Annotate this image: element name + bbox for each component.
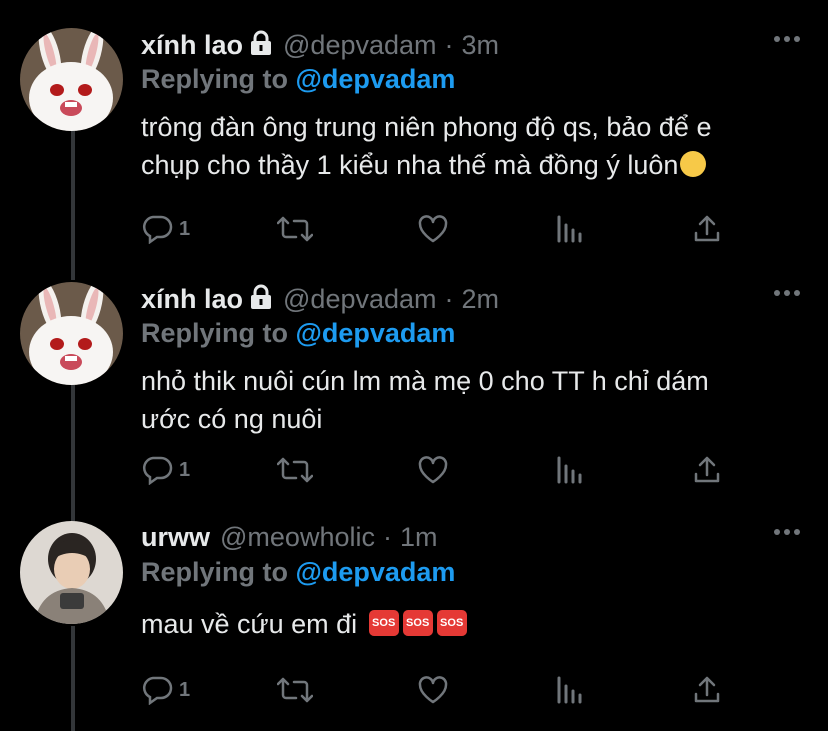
avatar[interactable]: [20, 521, 123, 624]
separator-dot: ·: [444, 284, 454, 314]
heart-icon: [418, 215, 448, 243]
sos-emoji: SOS: [402, 609, 433, 636]
user-handle[interactable]: @depvadam: [283, 29, 437, 61]
views-button[interactable]: [555, 214, 585, 244]
retweet-icon: [277, 677, 313, 703]
timestamp[interactable]: 3m: [462, 29, 500, 61]
analytics-icon: [557, 676, 582, 704]
tweet-text: mau về cứu em đi SOS SOS SOS: [141, 605, 808, 643]
tweet-text: nhỏ thik nuôi cún lm mà mẹ 0 cho TT h ch…: [141, 366, 709, 434]
reply-count: 1: [179, 678, 191, 701]
user-handle[interactable]: @meowholic: [220, 521, 375, 553]
share-icon: [694, 456, 720, 483]
separator-dot: ·: [444, 30, 454, 60]
sos-emoji: SOS: [436, 609, 467, 636]
sos-emoji: SOS: [368, 609, 399, 636]
timestamp[interactable]: 2m: [462, 283, 500, 315]
reply-count: 1: [179, 217, 191, 240]
reply-button[interactable]: 1: [141, 455, 190, 485]
share-button[interactable]: [693, 455, 721, 485]
separator-dot: ·: [382, 522, 392, 552]
tweet-body: trông đàn ông trung niên phong độ qs, bả…: [141, 112, 712, 180]
share-button[interactable]: [693, 675, 721, 705]
lock-icon: [249, 30, 273, 63]
tweet-actions: 1: [141, 455, 741, 491]
reply-count: 1: [179, 458, 191, 481]
replying-prefix: Replying to: [141, 557, 296, 587]
lock-icon: [249, 284, 273, 317]
replying-to: Replying to @depvadam: [141, 316, 808, 350]
mention-link[interactable]: @depvadam: [296, 318, 456, 348]
mention-link[interactable]: @depvadam: [296, 557, 456, 587]
tweet-actions: 1: [141, 214, 741, 250]
retweet-icon: [277, 216, 313, 242]
reply-icon: [143, 215, 173, 244]
retweet-button[interactable]: [277, 675, 313, 705]
avatar[interactable]: [20, 282, 123, 385]
analytics-icon: [557, 215, 582, 243]
retweet-icon: [277, 457, 313, 483]
like-button[interactable]: [417, 455, 449, 485]
heart-icon: [418, 676, 448, 704]
timestamp[interactable]: 1m: [400, 521, 438, 553]
share-icon: [694, 676, 720, 703]
more-horizontal-icon[interactable]: [774, 30, 800, 48]
thread-connector: [71, 384, 75, 524]
mention-link[interactable]: @depvadam: [296, 64, 456, 94]
views-button[interactable]: [555, 455, 585, 485]
replying-prefix: Replying to: [141, 64, 296, 94]
tweet-actions: 1: [141, 675, 741, 711]
tweet-body: mau về cứu em đi: [141, 609, 365, 639]
share-icon: [694, 215, 720, 242]
like-button[interactable]: [417, 214, 449, 244]
replying-prefix: Replying to: [141, 318, 296, 348]
display-name[interactable]: xính lao: [141, 283, 243, 315]
thread-connector: [71, 130, 75, 280]
relieved-face-emoji: [680, 150, 707, 177]
reply-icon: [143, 676, 173, 705]
retweet-button[interactable]: [277, 455, 313, 485]
heart-icon: [418, 456, 448, 484]
analytics-icon: [557, 456, 582, 484]
replying-to: Replying to @depvadam: [141, 555, 808, 589]
reply-icon: [143, 456, 173, 485]
like-button[interactable]: [417, 675, 449, 705]
user-handle[interactable]: @depvadam: [283, 283, 437, 315]
avatar[interactable]: [20, 28, 123, 131]
tweet-text: trông đàn ông trung niên phong độ qs, bả…: [141, 108, 808, 184]
reply-button[interactable]: 1: [141, 675, 190, 705]
share-button[interactable]: [693, 214, 721, 244]
views-button[interactable]: [555, 675, 585, 705]
display-name[interactable]: xính lao: [141, 29, 243, 61]
thread-connector: [71, 626, 75, 731]
reply-button[interactable]: 1: [141, 214, 190, 244]
replying-to: Replying to @depvadam: [141, 62, 808, 96]
more-horizontal-icon[interactable]: [774, 523, 800, 541]
display-name[interactable]: urww: [141, 521, 210, 553]
more-horizontal-icon[interactable]: [774, 284, 800, 302]
retweet-button[interactable]: [277, 214, 313, 244]
